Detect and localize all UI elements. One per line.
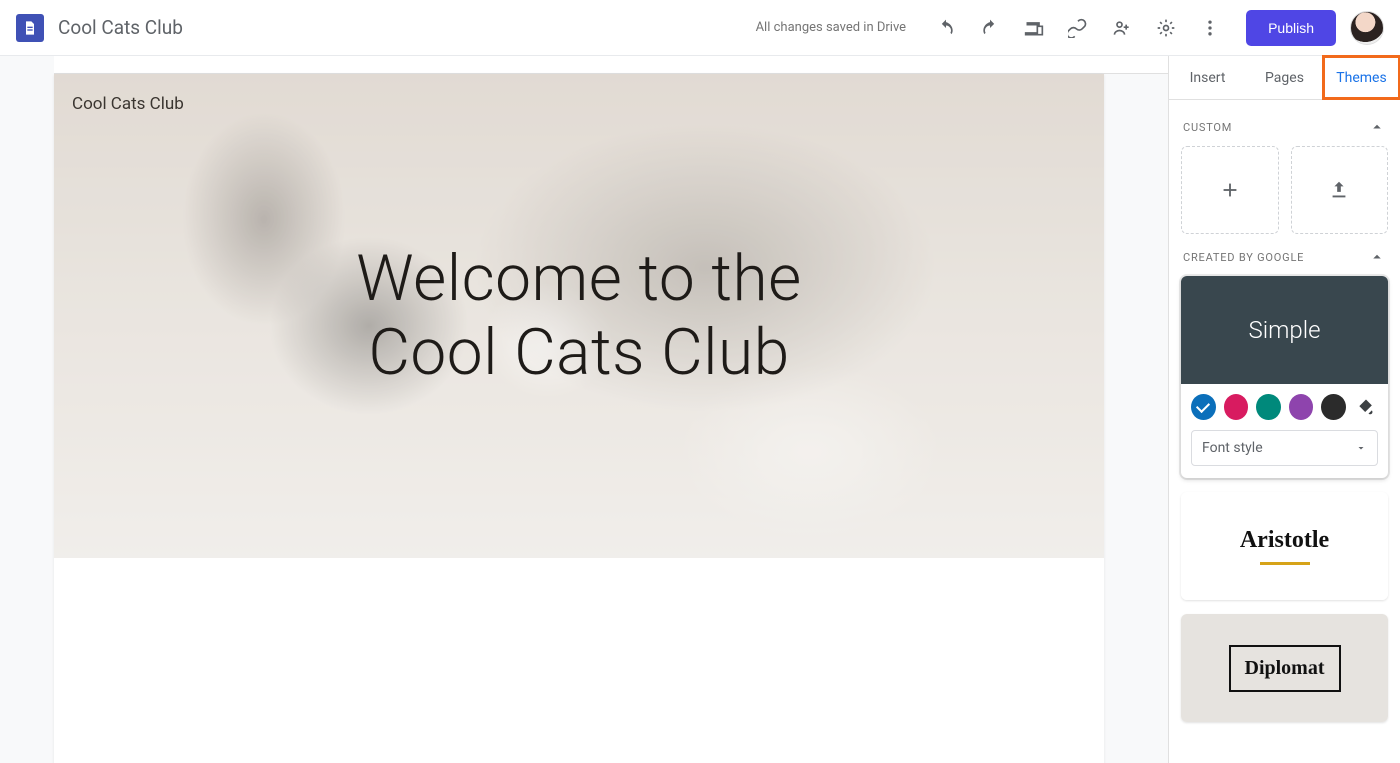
redo-button[interactable] [970, 8, 1010, 48]
theme-preview-aristotle: Aristotle [1181, 492, 1388, 600]
account-avatar[interactable] [1350, 11, 1384, 45]
more-button[interactable] [1190, 8, 1230, 48]
doc-title[interactable]: Cool Cats Club [58, 16, 183, 39]
theme-card-aristotle[interactable]: Aristotle [1181, 492, 1388, 600]
section-custom-label: CUSTOM [1183, 121, 1232, 134]
theme-preview-simple: Simple [1181, 276, 1388, 384]
section-custom-header[interactable]: CUSTOM [1183, 118, 1386, 136]
redo-icon [980, 18, 1000, 38]
theme-card-diplomat[interactable]: Diplomat [1181, 614, 1388, 722]
tab-insert[interactable]: Insert [1169, 56, 1246, 99]
upload-icon [1328, 179, 1350, 201]
more-vert-icon [1200, 18, 1220, 38]
preview-button[interactable] [1014, 8, 1054, 48]
undo-button[interactable] [926, 8, 966, 48]
theme-preview-diplomat: Diplomat [1181, 614, 1388, 722]
chevron-up-icon [1368, 248, 1386, 266]
theme-name-diplomat: Diplomat [1229, 645, 1341, 692]
tab-themes[interactable]: Themes [1323, 56, 1400, 99]
share-person-icon [1112, 18, 1132, 38]
hero-heading-text[interactable]: Welcome to the Cool Cats Club [54, 242, 1104, 389]
ruler [54, 56, 1168, 74]
settings-button[interactable] [1146, 8, 1186, 48]
font-style-label: Font style [1202, 440, 1263, 456]
swatch-teal[interactable] [1256, 394, 1281, 420]
paint-bucket-icon [1356, 397, 1376, 417]
create-theme-button[interactable] [1181, 146, 1279, 234]
link-icon [1068, 18, 1088, 38]
site-page[interactable]: Cool Cats Club Welcome to the Cool Cats … [54, 74, 1104, 763]
save-status: All changes saved in Drive [756, 20, 907, 35]
publish-button[interactable]: Publish [1246, 10, 1336, 46]
theme-name-aristotle: Aristotle [1240, 527, 1329, 554]
section-google-label: CREATED BY GOOGLE [1183, 251, 1304, 264]
app-logo-icon[interactable] [16, 14, 44, 42]
hero-section[interactable]: Cool Cats Club Welcome to the Cool Cats … [54, 74, 1104, 558]
theme-card-simple[interactable]: Simple Font style [1181, 276, 1388, 478]
side-panel-tabs: Insert Pages Themes [1169, 56, 1400, 100]
font-style-select[interactable]: Font style [1191, 430, 1378, 466]
custom-color-button[interactable] [1354, 394, 1379, 420]
swatch-pink[interactable] [1224, 394, 1249, 420]
site-title-text[interactable]: Cool Cats Club [72, 94, 184, 114]
swatch-blue[interactable] [1191, 394, 1216, 420]
theme-color-swatches [1191, 394, 1378, 420]
top-bar: Cool Cats Club All changes saved in Driv… [0, 0, 1400, 56]
chevron-up-icon [1368, 118, 1386, 136]
devices-icon [1024, 18, 1044, 38]
import-theme-button[interactable] [1291, 146, 1389, 234]
dropdown-icon [1355, 442, 1367, 454]
tab-pages[interactable]: Pages [1246, 56, 1323, 99]
copy-link-button[interactable] [1058, 8, 1098, 48]
swatch-black[interactable] [1321, 394, 1346, 420]
aristotle-accent-line [1260, 562, 1310, 565]
share-button[interactable] [1102, 8, 1142, 48]
gear-icon [1156, 18, 1176, 38]
section-google-header[interactable]: CREATED BY GOOGLE [1183, 248, 1386, 266]
swatch-purple[interactable] [1289, 394, 1314, 420]
plus-icon [1219, 179, 1241, 201]
side-panel: Insert Pages Themes CUSTOM CREATED BY GO… [1168, 56, 1400, 763]
undo-icon [936, 18, 956, 38]
canvas-area[interactable]: Cool Cats Club Welcome to the Cool Cats … [0, 56, 1168, 763]
